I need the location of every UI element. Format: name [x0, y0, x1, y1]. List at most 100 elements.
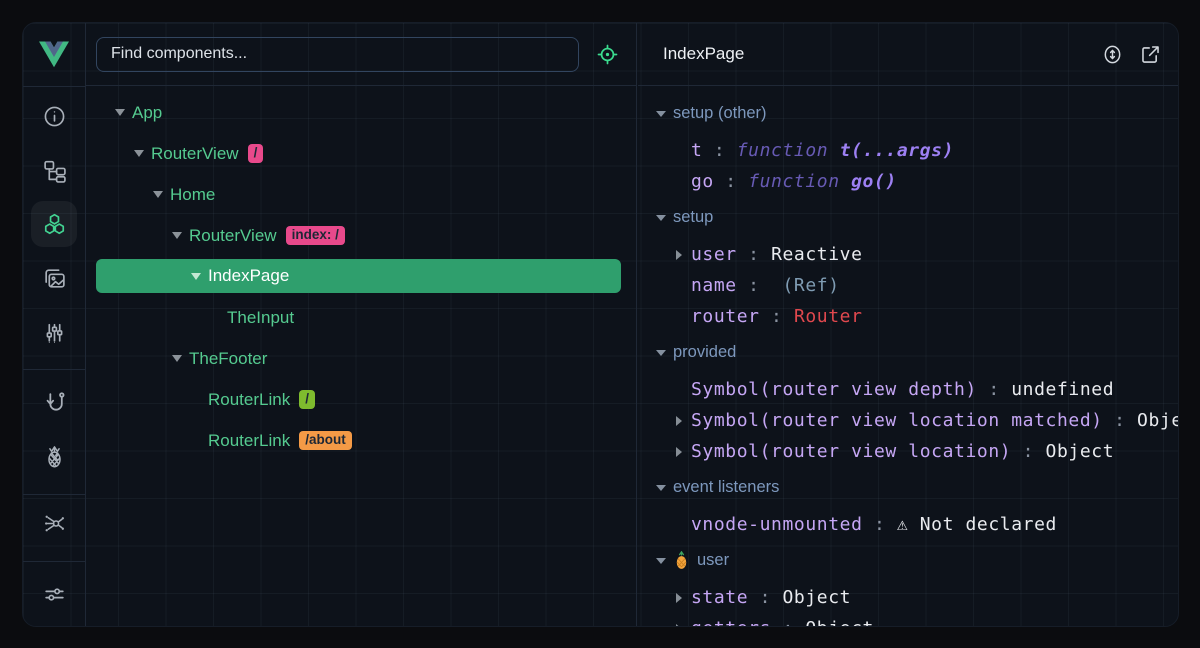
state-value: Object	[1046, 441, 1115, 462]
component-tree: AppRouterView/HomeRouterViewindex: /Inde…	[86, 86, 636, 461]
expand-collapse-button[interactable]	[1098, 40, 1126, 68]
caret-right-icon[interactable]	[676, 593, 682, 603]
search-input[interactable]	[96, 37, 579, 72]
state-section-event-listeners[interactable]: event listeners	[638, 472, 1178, 503]
state-section-setup-other[interactable]: setup (other)	[638, 98, 1178, 129]
crosshair-target-icon	[596, 43, 619, 66]
state-value: Router	[794, 306, 863, 327]
sidebar-item-components[interactable]	[31, 201, 77, 247]
state-item-vnode-unmounted: vnode-unmounted : ⚠ Not declared	[638, 509, 1178, 540]
open-in-editor-button[interactable]	[1136, 40, 1164, 68]
sidebar-item-graph[interactable]	[31, 500, 77, 546]
state-colon: :	[977, 379, 1011, 400]
caret-down-icon[interactable]	[191, 273, 201, 280]
state-item-symbol-router-view-location[interactable]: Symbol(router view location) : Object	[638, 436, 1178, 467]
caret-down-icon[interactable]	[115, 109, 125, 116]
sidebar-item-pages[interactable]	[31, 147, 77, 193]
tree-node-routerlink[interactable]: RouterLink /	[96, 379, 621, 420]
state-value: Object	[805, 618, 874, 627]
inspector-header: IndexPage	[638, 23, 1178, 86]
route-badge: /	[299, 390, 315, 409]
tree-node-home[interactable]: Home	[96, 174, 621, 215]
caret-down-icon[interactable]	[656, 215, 666, 221]
caret-down-icon[interactable]	[172, 232, 182, 239]
state-colon: :	[714, 171, 748, 192]
tree-pane-header	[86, 23, 636, 86]
caret-right-icon[interactable]	[676, 416, 682, 426]
sidebar-group-bottom	[23, 561, 85, 626]
tree-node-routerlink[interactable]: RouterLink/about	[96, 420, 621, 461]
sidebar-item-pinia[interactable]	[31, 433, 77, 479]
state-colon: :	[1103, 410, 1137, 431]
state-key: Symbol(router view location matched)	[691, 410, 1103, 431]
tree-node-label: TheFooter	[189, 349, 267, 369]
sidebar-group-plugins	[23, 370, 85, 479]
sidebar-group-graph	[23, 495, 85, 546]
state-key: vnode-unmounted	[691, 514, 863, 535]
state-value: (Ref)	[771, 275, 840, 296]
caret-right-icon[interactable]	[676, 624, 682, 628]
caret-down-icon[interactable]	[656, 558, 666, 564]
state-key: user	[691, 244, 737, 265]
caret-down-icon[interactable]	[656, 350, 666, 356]
pineapple-pinia-icon	[673, 551, 690, 570]
caret-right-icon[interactable]	[676, 250, 682, 260]
state-key: go	[691, 171, 714, 192]
state-item-go: go : function go()	[638, 166, 1178, 197]
sidebar-item-overview[interactable]	[31, 93, 77, 139]
state-key: state	[691, 587, 748, 608]
tree-node-routerview[interactable]: RouterView/	[96, 133, 621, 174]
unfold-circle-icon	[1102, 44, 1123, 65]
tree-node-app[interactable]: App	[96, 92, 621, 133]
info-circle-icon	[42, 104, 67, 129]
tree-node-label: RouterLink	[208, 390, 290, 410]
caret-down-icon[interactable]	[172, 355, 182, 362]
state-section-label: setup	[673, 208, 713, 227]
tree-node-thefooter[interactable]: TheFooter	[96, 338, 621, 379]
state-section-setup[interactable]: setup	[638, 202, 1178, 233]
devtools-panel: AppRouterView/HomeRouterViewindex: /Inde…	[22, 22, 1179, 627]
tree-node-indexpage[interactable]: IndexPage	[96, 259, 621, 293]
state-item-user[interactable]: user : Reactive	[638, 239, 1178, 270]
sidebar-item-timeline[interactable]	[31, 309, 77, 355]
state-item-getters[interactable]: getters : Object	[638, 613, 1178, 627]
state-value: function	[748, 171, 851, 192]
sidebar-item-assets[interactable]	[31, 255, 77, 301]
state-section-user[interactable]: user	[638, 545, 1178, 576]
caret-down-icon[interactable]	[656, 111, 666, 117]
settings-sliders-icon	[42, 582, 67, 607]
state-item-state[interactable]: state : Object	[638, 582, 1178, 613]
tree-node-theinput[interactable]: TheInput	[96, 297, 621, 338]
mixer-sliders-icon	[42, 320, 67, 345]
tree-node-label: RouterView	[151, 144, 239, 164]
state-section-label: user	[697, 551, 729, 570]
component-picker-button[interactable]	[591, 38, 623, 70]
state-key: router	[691, 306, 760, 327]
tree-node-label: App	[132, 103, 162, 123]
caret-right-icon[interactable]	[676, 447, 682, 457]
pineapple-outline-icon	[42, 444, 67, 469]
state-item-symbol-router-view-location-matched[interactable]: Symbol(router view location matched) : O…	[638, 405, 1178, 436]
state-colon: :	[748, 587, 782, 608]
state-item-router: router : Router	[638, 301, 1178, 332]
sidebar	[23, 23, 86, 626]
sidebar-item-router[interactable]	[31, 379, 77, 425]
inspector-actions	[1098, 40, 1164, 68]
route-badge: /about	[299, 431, 352, 450]
state-colon: :	[1011, 441, 1045, 462]
hexagons-icon	[42, 212, 67, 237]
tree-node-label: RouterView	[189, 226, 277, 246]
state-value: ⚠	[897, 514, 920, 535]
tree-node-label: RouterLink	[208, 431, 290, 451]
caret-down-icon[interactable]	[656, 485, 666, 491]
state-colon: :	[771, 618, 805, 627]
sidebar-item-settings[interactable]	[31, 571, 77, 617]
caret-down-icon[interactable]	[153, 191, 163, 198]
sidebar-group-main	[23, 87, 85, 355]
state-section-provided[interactable]: provided	[638, 337, 1178, 368]
caret-down-icon[interactable]	[134, 150, 144, 157]
state-section-label: provided	[673, 343, 736, 362]
tree-node-label: IndexPage	[208, 266, 289, 286]
tree-node-routerview[interactable]: RouterViewindex: /	[96, 215, 621, 256]
state-value: function	[737, 140, 840, 161]
